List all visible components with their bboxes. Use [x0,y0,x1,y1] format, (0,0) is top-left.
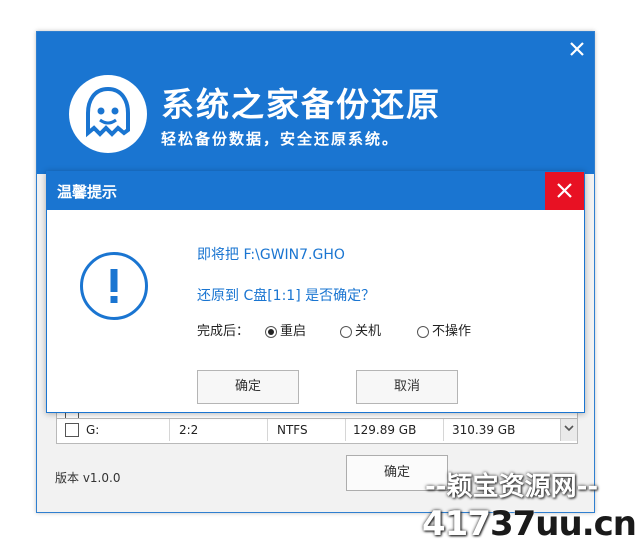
watermark-line-2: 41737uu.cn [422,504,637,544]
app-title: 系统之家备份还原 [161,85,441,124]
cell-index: 2:2 [179,423,199,437]
radio-shutdown[interactable]: 关机 [340,320,381,339]
table-row[interactable]: G: 2:2 NTFS 129.89 GB 310.39 GB [57,419,577,441]
watermark-line-1: --颖宝资源网-- [425,472,599,502]
ghost-logo-icon [69,75,147,153]
radio-unselected-icon [417,325,429,338]
partition-table: G: 2:2 NTFS 129.89 GB 310.39 GB [56,418,578,444]
after-action-label: 完成后： [197,324,250,339]
radio-reboot-label: 重启 [280,324,307,339]
radio-selected-icon [265,325,277,338]
exclamation-icon [80,252,148,320]
radio-no-action[interactable]: 不操作 [417,320,471,339]
cell-total: 310.39 GB [452,423,516,437]
window-close-button[interactable] [566,38,588,60]
watermark-prefix: 417 [422,504,491,544]
dialog-ok-button[interactable]: 确定 [197,370,299,404]
radio-shutdown-label: 关机 [355,324,382,339]
row-checkbox[interactable] [65,423,79,437]
radio-reboot[interactable]: 重启 [265,320,306,339]
column-divider [267,419,268,441]
radio-unselected-icon [340,325,352,338]
column-divider [169,419,170,441]
watermark-site: 37uu.cn [489,504,637,544]
version-label: 版本 v1.0.0 [55,471,121,485]
app-header: 系统之家备份还原 轻松备份数据，安全还原系统。 [37,32,594,174]
chevron-down-icon [564,425,574,432]
close-icon [570,42,584,56]
cell-filesystem: NTFS [277,423,308,437]
cell-used: 129.89 GB [353,423,417,437]
dialog-cancel-button[interactable]: 取消 [356,370,458,404]
close-icon [557,183,572,198]
cell-drive: G: [86,423,100,437]
scroll-down-button[interactable] [560,419,577,441]
dialog-close-button[interactable] [545,172,584,210]
column-divider [443,419,444,441]
message-line-2: 还原到 C盘[1:1] 是否确定？ [197,288,376,304]
column-divider [345,419,346,441]
dialog-titlebar: 温馨提示 [47,172,584,210]
after-action-group: 完成后： 重启 关机 不操作 [197,320,471,340]
confirm-dialog: 温馨提示 即将把 F:\GWIN7.GHO 还原到 C盘[1:1] 是否确定？ … [46,171,585,413]
app-slogan: 轻松备份数据，安全还原系统。 [161,130,400,148]
dialog-title: 温馨提示 [57,183,118,201]
radio-no-action-label: 不操作 [432,324,472,339]
message-line-1: 即将把 F:\GWIN7.GHO [197,247,345,263]
